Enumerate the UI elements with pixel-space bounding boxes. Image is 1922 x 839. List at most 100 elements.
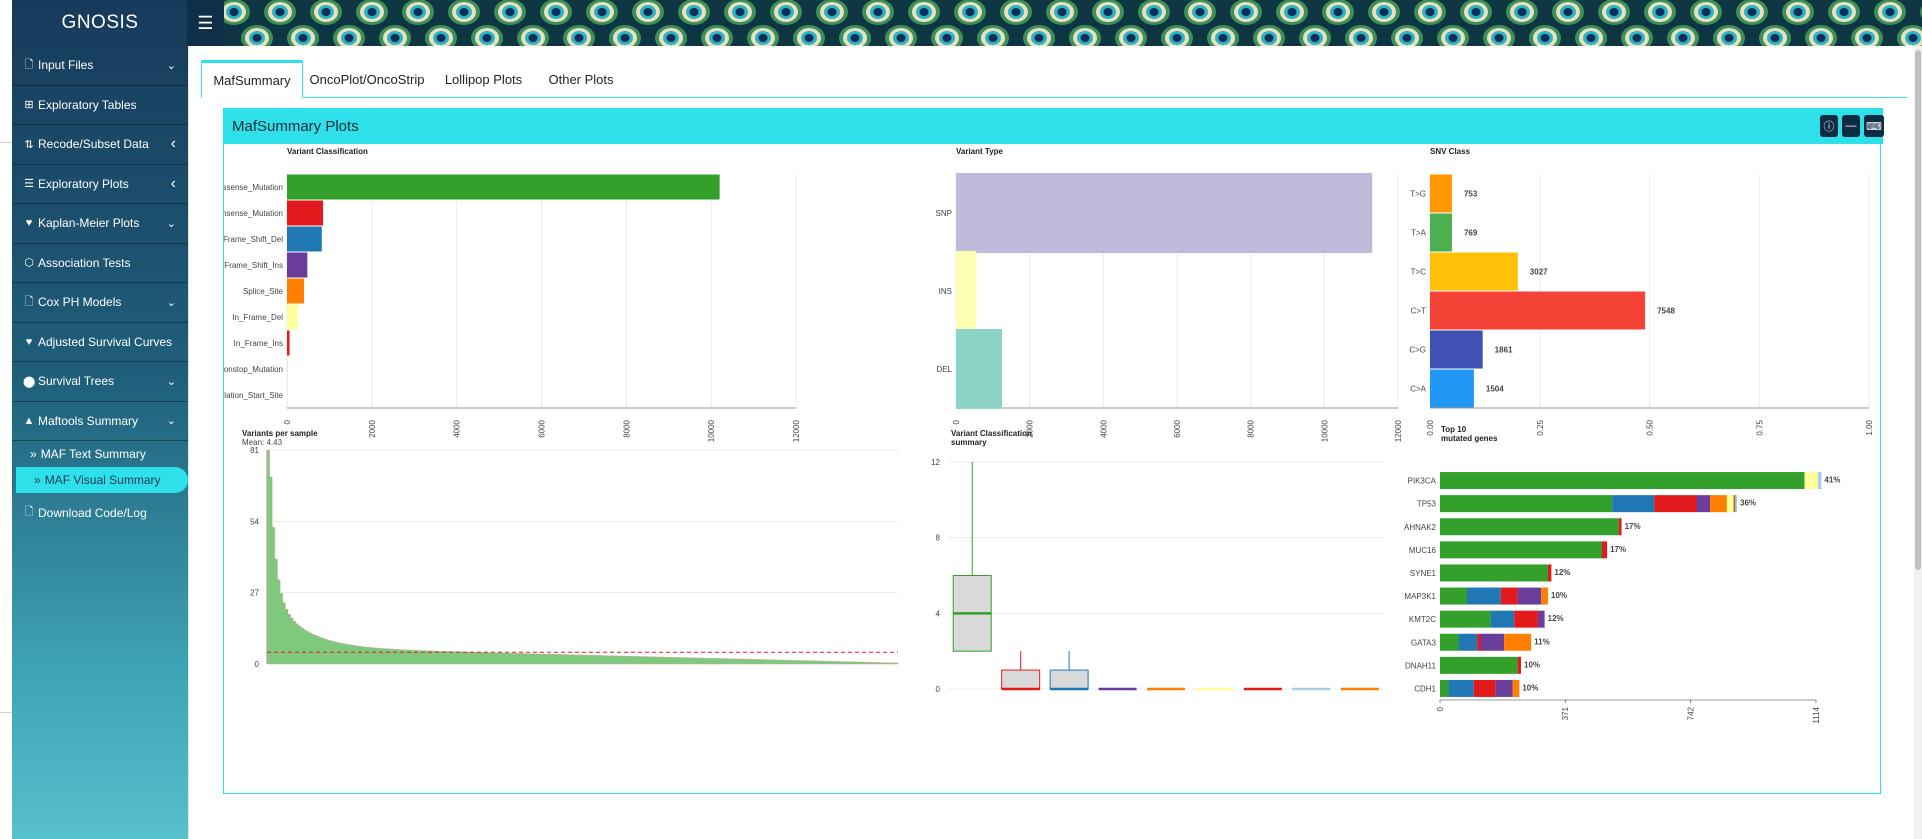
bar-segment (1440, 518, 1619, 536)
sidebar-item-exploratory-tables[interactable]: ⊞ Exploratory Tables (12, 86, 188, 125)
bar (1430, 174, 1452, 213)
category-label: SNP (936, 209, 952, 218)
category-label: T>C (1411, 268, 1427, 277)
main-content: MafSummary OncoPlot/OncoStrip Lollipop P… (188, 46, 1914, 839)
bar-segment (1654, 495, 1697, 513)
chevron-left-icon: ‹ (170, 135, 176, 153)
tab-other-plots[interactable]: Other Plots (536, 60, 626, 98)
x-tick-label: 6000 (1173, 419, 1182, 437)
category-label: T>G (1410, 190, 1426, 199)
minimize-icon[interactable]: — (1842, 115, 1860, 137)
sidebar-item-adjusted-survival-curves[interactable]: ♥ Adjusted Survival Curves (12, 323, 188, 362)
percent-label: 36% (1740, 499, 1756, 508)
bar-segment (1495, 679, 1513, 697)
bar (1430, 213, 1452, 252)
chart-title: Variants per sample (242, 429, 318, 438)
sidebar-item-association-tests[interactable]: ⬡ Association Tests (12, 244, 188, 283)
x-tick-label: 0 (1436, 706, 1445, 711)
bar (1430, 330, 1483, 369)
category-label: C>T (1411, 307, 1426, 316)
app-title: GNOSIS (61, 12, 139, 33)
box-header: MafSummary Plots ⓘ — ⌨ (223, 108, 1884, 144)
sidebar-subitem-maf-visual-summary[interactable]: » MAF Visual Summary (16, 467, 188, 493)
sidebar-subitem-label: MAF Visual Summary (44, 473, 161, 487)
y-tick-label: 4 (936, 609, 941, 618)
bar-segment (1440, 656, 1518, 674)
sidebar-item-cox-ph-models[interactable]: 🗋 Cox PH Models ⌄ (12, 283, 188, 323)
x-tick-label: 10000 (1320, 419, 1329, 442)
category-label: Nonstop_Mutation (224, 365, 283, 374)
sidebar-item-maftools-summary[interactable]: ▲ Maftools Summary ⌄ (12, 402, 188, 441)
x-tick-label: 6000 (538, 419, 547, 437)
bar-segment (1477, 633, 1481, 651)
x-tick-label: 1.00 (1865, 419, 1874, 435)
chart-title-line2: summary (951, 438, 987, 447)
y-tick-label: 81 (250, 446, 259, 455)
gene-label: PIK3CA (1408, 477, 1437, 486)
x-tick-label: 0.00 (1426, 419, 1435, 435)
sidebar-item-survival-trees[interactable]: ⬤ Survival Trees ⌄ (12, 362, 188, 402)
sort-icon: ⇅ (24, 138, 34, 151)
data-label: 753 (1464, 190, 1478, 199)
bar-segment (1440, 564, 1549, 582)
sidebar-subitem-maf-text-summary[interactable]: » MAF Text Summary (12, 441, 188, 467)
x-tick-label: 0 (952, 419, 961, 424)
tab-oncoplot[interactable]: OncoPlot/OncoStrip (303, 60, 431, 98)
y-tick-label: 0 (936, 685, 941, 694)
keyboard-icon[interactable]: ⌨ (1864, 115, 1884, 137)
sidebar-item-exploratory-plots[interactable]: ☰ Exploratory Plots ‹ (12, 165, 188, 204)
tab-mafsummary[interactable]: MafSummary (201, 60, 303, 98)
sidebar-item-label: Adjusted Survival Curves (38, 334, 173, 349)
tab-lollipop-plots[interactable]: Lollipop Plots (431, 60, 536, 98)
app-brand: GNOSIS (12, 0, 188, 46)
percent-label: 10% (1522, 683, 1538, 692)
warning-icon: ▲ (23, 414, 35, 427)
sidebar-item-recode-subset-data[interactable]: ⇅ Recode/Subset Data ‹ (12, 125, 188, 165)
category-label: T>A (1411, 229, 1427, 238)
sidebar-item-kaplan-meier-plots[interactable]: ♥ Kaplan-Meier Plots ⌄ (12, 204, 188, 244)
sidebar-item-label: Recode/Subset Data (38, 137, 149, 152)
file-icon: 🗋 (24, 295, 34, 308)
data-label: 1504 (1486, 385, 1504, 394)
heartbeat-icon: ♥ (25, 335, 33, 348)
bar (1430, 252, 1518, 291)
sidebar-item-label: Maftools Summary (38, 413, 139, 428)
chart-title: Variant Type (956, 147, 1004, 156)
bar-segment (1818, 472, 1822, 490)
sidebar-item-input-files[interactable]: 🗋 Input Files ⌄ (12, 46, 188, 86)
bar-segment (1480, 633, 1505, 651)
bar-segment (1612, 495, 1655, 513)
data-label: 1861 (1495, 346, 1513, 355)
gene-label: GATA3 (1411, 638, 1437, 647)
bar-segment (1517, 587, 1542, 605)
hamburger-menu-icon[interactable]: ☰ (187, 0, 224, 46)
bar (956, 251, 977, 331)
x-tick-label: 12000 (1394, 419, 1403, 442)
info-icon[interactable]: ⓘ (1820, 115, 1838, 137)
y-tick-label: 0 (255, 660, 260, 669)
category-label: Splice_Site (243, 287, 284, 296)
bar-segment (1548, 564, 1552, 582)
sidebar-item-label: Download Code/Log (38, 505, 147, 520)
x-tick-label: 4000 (453, 419, 462, 437)
gene-label: MUC16 (1409, 546, 1437, 555)
bar-segment (1440, 495, 1613, 513)
percent-label: 17% (1625, 522, 1641, 531)
data-label: 769 (1464, 229, 1478, 238)
bar-segment (1440, 633, 1459, 651)
sidebar-subitem-label: MAF Text Summary (40, 447, 146, 461)
bar (1430, 369, 1474, 408)
sidebar-item-label: Kaplan-Meier Plots (38, 216, 140, 231)
category-label: C>A (1410, 385, 1426, 394)
x-tick-label: 10000 (707, 419, 716, 442)
tree-icon: ⬤ (23, 375, 36, 388)
vertical-scrollbar[interactable] (1914, 46, 1922, 839)
double-chevron-right-icon: » (34, 473, 41, 487)
gene-label: MAP3K1 (1404, 592, 1436, 601)
bar-segment (1537, 610, 1545, 628)
percent-label: 12% (1554, 568, 1570, 577)
sidebar-item-download-code-log[interactable]: 🗋 Download Code/Log (12, 493, 188, 533)
bar-segment (1541, 587, 1549, 605)
data-label: 7548 (1657, 307, 1675, 316)
chevron-down-icon: ⌄ (166, 217, 176, 230)
